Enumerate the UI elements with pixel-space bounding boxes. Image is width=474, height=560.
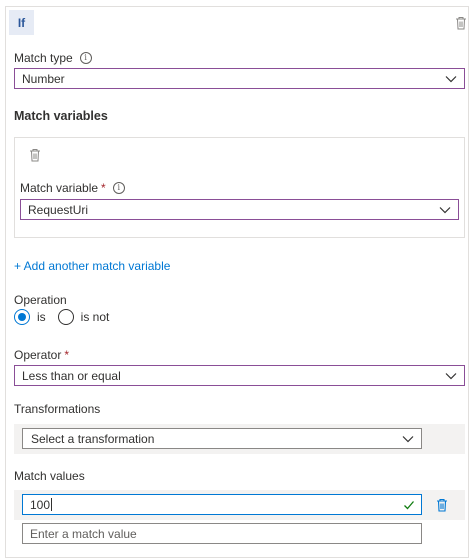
- match-variable-value: RequestUri: [28, 202, 89, 217]
- chevron-down-icon: [445, 76, 457, 83]
- operator-dropdown[interactable]: Less than or equal: [14, 365, 465, 386]
- condition-panel: If Match type i Number Match variables Ma…: [5, 6, 469, 558]
- match-type-value: Number: [22, 71, 65, 86]
- match-variable-card: Match variable * i RequestUri: [14, 137, 465, 238]
- required-mark: *: [64, 348, 70, 362]
- info-icon[interactable]: i: [79, 51, 92, 64]
- info-icon[interactable]: i: [112, 181, 125, 194]
- transformations-label: Transformations: [14, 402, 101, 416]
- match-values-label: Match values: [14, 469, 85, 483]
- operation-label: Operation: [14, 293, 67, 307]
- transformation-row: Select a transformation: [14, 424, 465, 454]
- new-match-value-input[interactable]: Enter a match value: [22, 523, 422, 544]
- text-cursor: [51, 498, 53, 511]
- if-badge: If: [9, 10, 34, 35]
- delete-condition-trash-icon[interactable]: [454, 15, 468, 31]
- operation-is-not-label: is not: [80, 310, 110, 324]
- checkmark-icon: [404, 501, 414, 510]
- chevron-down-icon: [439, 207, 451, 214]
- match-type-dropdown[interactable]: Number: [14, 68, 465, 89]
- delete-variable-trash-icon[interactable]: [28, 147, 42, 163]
- operator-value: Less than or equal: [22, 368, 121, 383]
- delete-match-value-trash-icon[interactable]: [435, 497, 449, 513]
- chevron-down-icon: [402, 436, 414, 443]
- match-value-row: 100: [14, 490, 465, 520]
- required-mark: *: [101, 181, 106, 195]
- operation-radio-group: is is not: [14, 309, 109, 325]
- add-match-variable-link[interactable]: + Add another match variable: [14, 259, 170, 273]
- chevron-down-icon: [445, 373, 457, 380]
- transformation-placeholder: Select a transformation: [31, 431, 155, 446]
- match-variable-label: Match variable * i: [20, 181, 125, 195]
- operation-is-radio[interactable]: [14, 309, 30, 325]
- operator-label: Operator *: [14, 348, 70, 362]
- match-value-text: 100: [30, 497, 51, 512]
- match-variables-heading: Match variables: [14, 109, 108, 123]
- match-value-input[interactable]: 100: [22, 494, 422, 515]
- match-type-label: Match type i: [14, 51, 92, 65]
- match-value-placeholder: Enter a match value: [30, 526, 137, 541]
- operation-is-not-radio[interactable]: [57, 309, 74, 325]
- transformation-dropdown[interactable]: Select a transformation: [22, 428, 422, 449]
- operation-is-label: is: [37, 310, 46, 324]
- match-variable-dropdown[interactable]: RequestUri: [20, 199, 459, 220]
